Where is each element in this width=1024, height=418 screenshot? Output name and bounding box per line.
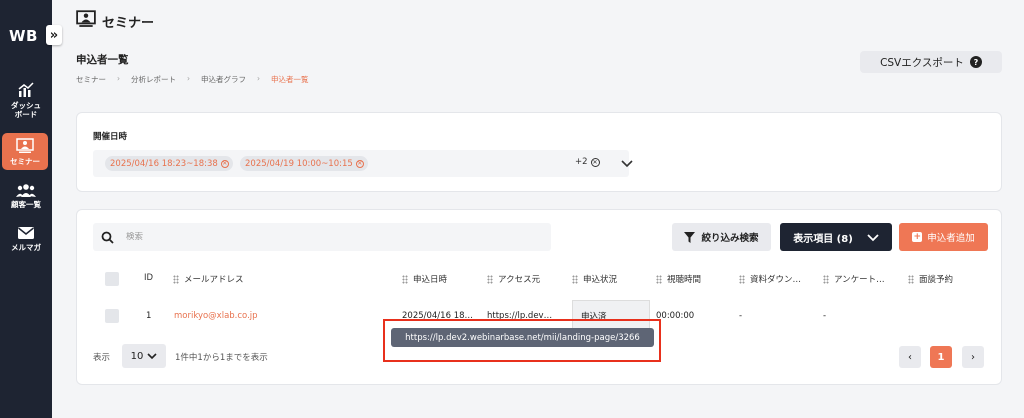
remove-chip-icon[interactable]: ✕ — [355, 159, 364, 168]
seminar-icon — [16, 138, 34, 153]
breadcrumb-separator: › — [257, 74, 260, 83]
per-page-select[interactable]: 10 — [122, 344, 166, 368]
drag-handle-icon[interactable] — [402, 274, 408, 284]
page-button-current[interactable]: 1 — [930, 346, 952, 368]
sidebar-item-label: メルマガ — [11, 243, 41, 252]
chart-icon — [18, 82, 34, 97]
breadcrumb-item[interactable]: 申込者グラフ — [201, 74, 246, 85]
more-chips-label: +2 — [575, 157, 588, 167]
more-chips-count[interactable]: +2 ✕ — [575, 157, 600, 167]
search-box[interactable] — [93, 223, 551, 251]
csv-export-button[interactable]: CSVエクスポート ? — [860, 51, 1002, 73]
breadcrumb-separator: › — [187, 74, 190, 83]
column-header-label: ID — [144, 273, 154, 283]
results-summary: 1件中1から1までを表示 — [175, 353, 268, 363]
highlight-annotation — [383, 319, 661, 362]
column-header-status[interactable]: 申込状況 — [572, 273, 617, 285]
column-header-email[interactable]: メールアドレス — [173, 273, 244, 285]
drag-handle-icon[interactable] — [739, 274, 745, 284]
column-header-survey[interactable]: アンケート… — [823, 273, 885, 285]
column-header-applied-at[interactable]: 申込日時 — [402, 273, 447, 285]
next-page-button[interactable]: › — [962, 346, 984, 368]
narrow-search-button[interactable]: 絞り込み検索 — [672, 223, 771, 251]
cell-survey: - — [823, 311, 827, 321]
chevron-down-icon — [867, 234, 879, 242]
users-icon — [16, 184, 36, 197]
csv-export-label: CSVエクスポート — [880, 56, 964, 69]
app-logo[interactable]: WB — [9, 27, 38, 45]
drag-handle-icon[interactable] — [173, 274, 179, 284]
chevron-down-icon — [147, 353, 157, 360]
sidebar-collapse-button[interactable]: » — [46, 25, 62, 45]
remove-chip-icon[interactable]: ✕ — [220, 159, 229, 168]
select-all-checkbox[interactable] — [105, 272, 119, 286]
date-filter-label: 開催日時 — [93, 132, 128, 142]
sidebar-item-label: ダッシュ — [11, 101, 41, 110]
date-chip[interactable]: 2025/04/16 18:23~18:38 ✕ — [105, 156, 233, 171]
cell-watch-time: 00:00:00 — [656, 311, 695, 321]
plus-icon: + — [912, 231, 923, 242]
add-applicant-label: 申込者追加 — [927, 233, 975, 244]
cell-email-link[interactable]: morikyo@xlab.co.jp — [174, 311, 258, 321]
search-input[interactable] — [126, 232, 506, 242]
column-header-label: 視聴時間 — [667, 275, 702, 285]
sidebar-item-seminar[interactable]: セミナー — [2, 133, 48, 171]
mail-icon — [18, 227, 34, 239]
cell-id: 1 — [146, 311, 152, 321]
sidebar-item-label: ボード — [14, 110, 38, 120]
sidebar-item-label: 顧客一覧 — [11, 200, 41, 209]
drag-handle-icon[interactable] — [656, 274, 662, 284]
column-header-label: メールアドレス — [184, 275, 244, 285]
drag-handle-icon[interactable] — [823, 274, 829, 284]
date-filter-select[interactable]: 2025/04/16 18:23~18:38 ✕ 2025/04/19 10:0… — [93, 150, 633, 177]
sidebar: WB » ダッシュ ボード セミナー 顧客一覧 メルマガ — [0, 0, 62, 418]
breadcrumb-item[interactable]: セミナー — [76, 74, 106, 85]
date-chip-label: 2025/04/19 10:00~10:15 — [245, 158, 353, 169]
search-icon — [101, 231, 114, 244]
filter-icon — [684, 231, 696, 243]
help-icon[interactable]: ? — [969, 56, 982, 68]
breadcrumb-current: 申込者一覧 — [271, 75, 309, 84]
date-chip[interactable]: 2025/04/19 10:00~10:15 ✕ — [240, 156, 368, 171]
column-header-label: 資料ダウン… — [750, 275, 802, 285]
sidebar-item-label: セミナー — [10, 157, 40, 166]
column-header-download[interactable]: 資料ダウン… — [739, 273, 801, 285]
chevron-down-icon[interactable] — [620, 156, 634, 170]
narrow-search-label: 絞り込み検索 — [701, 233, 759, 244]
drag-handle-icon[interactable] — [572, 274, 578, 284]
column-header-access-from[interactable]: アクセス元 — [487, 273, 540, 285]
column-header-meeting[interactable]: 面談予約 — [908, 273, 953, 285]
cell-download: - — [739, 311, 743, 321]
column-header-watch-time[interactable]: 視聴時間 — [656, 273, 701, 285]
breadcrumb-item[interactable]: 分析レポート — [131, 74, 176, 85]
column-header-label: 面談予約 — [919, 275, 954, 285]
per-page-label: 表示 — [93, 353, 111, 363]
display-columns-label: 表示項目 (8) — [793, 233, 853, 245]
prev-page-button[interactable]: ‹ — [899, 346, 921, 368]
add-applicant-button[interactable]: + 申込者追加 — [899, 223, 988, 251]
date-filter-card: 開催日時 2025/04/16 18:23~18:38 ✕ 2025/04/19… — [76, 112, 1002, 192]
column-header-id[interactable]: ID — [144, 273, 153, 283]
page-title: セミナー — [102, 16, 155, 31]
drag-handle-icon[interactable] — [908, 274, 914, 284]
breadcrumb-separator: › — [117, 74, 120, 83]
sidebar-item-dashboard[interactable]: ダッシュ ボード — [0, 82, 52, 120]
drag-handle-icon[interactable] — [487, 274, 493, 284]
page-subtitle: 申込者一覧 — [76, 54, 129, 66]
column-header-label: 申込状況 — [583, 275, 618, 285]
column-header-label: アンケート… — [834, 275, 885, 285]
sidebar-item-customers[interactable]: 顧客一覧 — [0, 183, 52, 209]
per-page-value: 10 — [130, 350, 144, 362]
column-header-label: アクセス元 — [498, 275, 541, 285]
clear-all-icon[interactable]: ✕ — [590, 157, 600, 167]
seminar-icon — [76, 10, 96, 27]
column-header-label: 申込日時 — [413, 275, 448, 285]
display-columns-button[interactable]: 表示項目 (8) — [780, 223, 892, 251]
date-chip-label: 2025/04/16 18:23~18:38 — [110, 158, 218, 169]
sidebar-item-mailmagazine[interactable]: メルマガ — [0, 226, 52, 252]
breadcrumb: セミナー › 分析レポート › 申込者グラフ › 申込者一覧 — [76, 74, 309, 85]
row-checkbox[interactable] — [105, 309, 119, 323]
